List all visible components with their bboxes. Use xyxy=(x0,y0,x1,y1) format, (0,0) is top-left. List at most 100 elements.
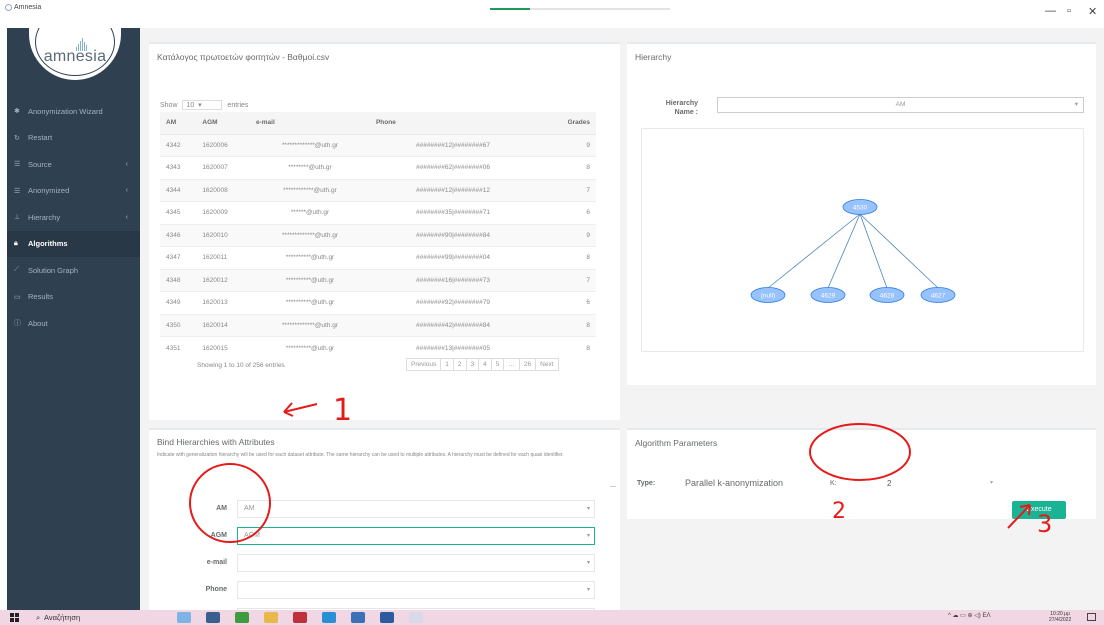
table-cell: ########92|########79 xyxy=(369,291,536,314)
tree-edge xyxy=(859,213,888,289)
maximize-button[interactable]: ▫ xyxy=(1067,5,1071,17)
page-button[interactable]: Previous xyxy=(406,358,442,371)
scroll-indicator xyxy=(610,486,616,487)
page-button[interactable]: 1 xyxy=(440,358,454,371)
page-button[interactable]: … xyxy=(503,358,520,371)
edge-icon[interactable] xyxy=(322,612,336,623)
entries-select[interactable]: 10 ▾ xyxy=(182,100,223,110)
table-cell: 4344 xyxy=(160,178,197,202)
table-row: 4348 1620012 **********@uth.gr ########16|#… xyxy=(160,268,596,292)
sidebar-item-label: Restart xyxy=(28,133,53,143)
sidebar-item-about[interactable]: ⓘ About xyxy=(7,310,140,337)
bind-row-email: e-mail ▾ xyxy=(179,554,609,572)
column-header-agm[interactable]: AGM xyxy=(196,112,250,135)
tree-node-child[interactable]: 4627 xyxy=(920,287,956,303)
attribute-label: AGM xyxy=(210,532,227,539)
table-cell: 8 xyxy=(535,156,596,179)
sidebar-item-anonymized[interactable]: ☰ Anonymized ‹ xyxy=(7,178,140,205)
sidebar-item-hierarchy[interactable]: ⊥ Hierarchy ‹ xyxy=(7,204,140,231)
sidebar-item-label: Source xyxy=(28,159,52,169)
hierarchy-title: Hierarchy xyxy=(635,52,672,62)
hierarchy-panel: Hierarchy Hierarchy Name : AM ▾ 4530 (nul… xyxy=(627,42,1096,385)
amnesia-icon[interactable] xyxy=(409,612,423,623)
dataset-title: Κατάλογος πρωτοετών φοιτητών - Βαθμοί.cs… xyxy=(157,52,330,62)
system-tray[interactable]: ^ ☁ ▭ ⊕ ◁) ΕΛ xyxy=(948,612,990,619)
task-view-icon[interactable] xyxy=(206,612,220,623)
hierarchy-select[interactable]: ▾ xyxy=(237,581,595,599)
clock[interactable]: 10:20 μμ 27/4/2022 xyxy=(1049,611,1071,623)
table-cell: 8 xyxy=(535,313,596,337)
windows-start-icon[interactable] xyxy=(10,613,19,622)
taskbar-apps xyxy=(177,612,438,623)
sidebar-item-restart[interactable]: ↻ Restart xyxy=(7,125,140,152)
lock-icon: 🔒︎ xyxy=(14,239,18,247)
hierarchy-select[interactable]: ▾ xyxy=(237,554,595,572)
table-cell: 8 xyxy=(535,246,596,269)
table-row: 4345 1620009 ******@uth.gr ########35|#####… xyxy=(160,201,596,224)
table-cell: 7 xyxy=(535,268,596,292)
store-icon[interactable] xyxy=(351,612,365,623)
page-button[interactable]: 4 xyxy=(478,358,492,371)
list-icon: ☰ xyxy=(14,187,21,195)
sidebar-item-label: Solution Graph xyxy=(28,265,79,275)
table-info: Showing 1 to 10 of 256 entries xyxy=(197,362,285,369)
tree-node-child[interactable]: 4629 xyxy=(810,287,846,303)
sidebar-item-solution-graph[interactable]: ⟋ Solution Graph xyxy=(7,257,140,284)
hierarchy-select-value: AM xyxy=(244,505,255,512)
hierarchy-select[interactable]: AGM ▾ xyxy=(237,527,595,545)
search-icon: ⌕ xyxy=(36,613,41,622)
chevron-down-icon: ▾ xyxy=(586,533,590,539)
hierarchy-name-select[interactable]: AM ▾ xyxy=(717,97,1084,113)
hierarchy-select[interactable]: AM ▾ xyxy=(237,500,595,518)
close-button[interactable]: ✕ xyxy=(1088,5,1097,18)
page-button[interactable]: 2 xyxy=(452,358,467,371)
explorer-icon[interactable] xyxy=(264,612,278,623)
algorithm-type-value[interactable]: Parallel k-anonymization xyxy=(685,478,783,488)
column-header-am[interactable]: AM xyxy=(160,112,197,135)
algorithm-type-label: Type: xyxy=(637,480,656,487)
window-title: Amnesia xyxy=(14,4,42,11)
weather-icon[interactable] xyxy=(177,612,191,623)
loading-progress-bar xyxy=(490,8,670,10)
app-red-icon[interactable] xyxy=(293,612,307,623)
table-cell: ******@uth.gr xyxy=(249,201,370,224)
notifications-icon[interactable] xyxy=(1087,613,1096,621)
spinner-icon[interactable]: ▾ xyxy=(990,479,993,486)
page-button[interactable]: Next xyxy=(535,358,559,371)
page-button[interactable]: 26 xyxy=(518,358,537,371)
k-input[interactable]: 2 ▾ xyxy=(839,476,999,492)
column-header-email[interactable]: e-mail xyxy=(249,112,370,135)
execute-button[interactable]: Execute xyxy=(1012,501,1066,519)
line-chart-icon: ⟋ xyxy=(14,266,19,274)
table-cell: 4351 xyxy=(160,336,197,359)
column-header-phone[interactable]: Phone xyxy=(369,112,536,135)
bind-description: Indicate with generalization hierarchy w… xyxy=(157,452,564,458)
windows-taskbar: ⌕ Αναζήτηση ^ ☁ ▭ ⊕ ◁) ΕΛ 10:20 μμ 27/4/… xyxy=(0,610,1104,625)
sidebar-item-anonymization-wizard[interactable]: ✱ Anonymization Wizard xyxy=(7,98,140,125)
word-icon[interactable] xyxy=(380,612,394,623)
tree-node-child[interactable]: (null) xyxy=(750,287,786,303)
page-button[interactable]: 3 xyxy=(465,358,480,371)
bind-row-agm: AGM AGM ▾ xyxy=(179,527,609,545)
page-button[interactable]: 5 xyxy=(490,358,505,371)
sidebar-item-results[interactable]: ▭ Results xyxy=(7,284,140,311)
tree-node-child[interactable]: 4628 xyxy=(869,287,905,303)
table-cell: *************@uth.gr xyxy=(249,313,370,337)
bind-title: Bind Hierarchies with Attributes xyxy=(157,437,275,447)
chrome-icon[interactable] xyxy=(235,612,249,623)
table-row: 4347 1620011 **********@uth.gr ########99|#… xyxy=(160,246,596,269)
dataset-panel: Κατάλογος πρωτοετών φοιτητών - Βαθμοί.cs… xyxy=(149,42,620,420)
table-cell: *************@uth.gr xyxy=(249,223,370,247)
clock-date: 27/4/2022 xyxy=(1049,617,1072,623)
taskbar-search[interactable]: ⌕ Αναζήτηση xyxy=(36,611,146,624)
tree-node-root[interactable]: 4530 xyxy=(842,199,878,215)
tree-node-label: 4530 xyxy=(853,205,868,212)
sidebar-item-source[interactable]: ☰ Source ‹ xyxy=(7,151,140,178)
sidebar-item-algorithms[interactable]: 🔒︎ Algorithms xyxy=(7,230,140,257)
hierarchy-selected-value: AM xyxy=(895,101,906,108)
column-header-grades[interactable]: Grades xyxy=(535,112,596,135)
refresh-icon: ↻ xyxy=(14,134,20,142)
table-cell: *************@uth.gr xyxy=(249,133,370,157)
table-cell: 1620006 xyxy=(196,133,250,157)
minimize-button[interactable]: — xyxy=(1045,5,1056,17)
